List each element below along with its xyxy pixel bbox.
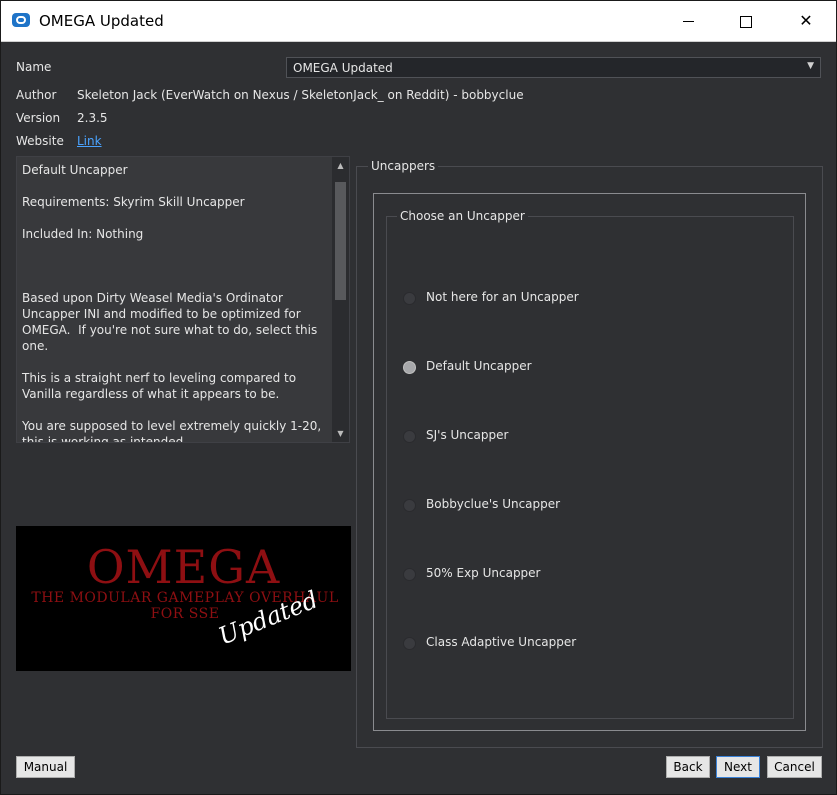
radio-circle[interactable] [403, 499, 416, 512]
description-text: Default Uncapper Requirements: Skyrim Sk… [22, 163, 322, 443]
radio-label[interactable]: Not here for an Uncapper [426, 290, 579, 304]
minimize-icon [682, 21, 694, 22]
radio-label[interactable]: 50% Exp Uncapper [426, 566, 541, 580]
installer-window: OMEGA Updated ✕ Name OMEGA Updated ▼ Aut… [0, 0, 837, 795]
app-icon [12, 13, 30, 27]
radio-label[interactable]: Default Uncapper [426, 359, 532, 373]
banner-title: OMEGA [86, 540, 281, 594]
maximize-icon [740, 15, 752, 28]
author-value: Skeleton Jack (EverWatch on Nexus / Skel… [77, 88, 524, 102]
window-title: OMEGA Updated [39, 12, 164, 30]
radio-circle-checked[interactable] [403, 361, 416, 374]
minimize-button[interactable] [659, 1, 717, 41]
radio-circle[interactable] [403, 430, 416, 443]
choose-uncapper-title: Choose an Uncapper [397, 209, 528, 223]
radio-label[interactable]: Bobbyclue's Uncapper [426, 497, 560, 511]
scroll-up-icon[interactable]: ▲ [332, 157, 349, 174]
cancel-button[interactable]: Cancel [767, 756, 822, 778]
radio-label[interactable]: SJ's Uncapper [426, 428, 508, 442]
website-link[interactable]: Link [77, 134, 102, 148]
radio-label[interactable]: Class Adaptive Uncapper [426, 635, 576, 649]
name-select-value: OMEGA Updated [293, 61, 393, 75]
close-button[interactable]: ✕ [777, 1, 835, 41]
radio-circle[interactable] [403, 568, 416, 581]
website-label: Website [16, 134, 64, 148]
mod-banner-image: OMEGA THE MODULAR GAMEPLAY OVERHAUL FOR … [16, 526, 351, 671]
radio-circle[interactable] [403, 637, 416, 650]
back-button[interactable]: Back [666, 756, 710, 778]
scroll-down-icon[interactable]: ▼ [332, 425, 349, 442]
manual-button[interactable]: Manual [16, 756, 75, 778]
title-bar: OMEGA Updated ✕ [1, 1, 836, 42]
uncappers-group-title: Uncappers [368, 159, 439, 173]
next-button[interactable]: Next [716, 756, 760, 778]
version-value: 2.3.5 [77, 111, 108, 125]
close-icon: ✕ [799, 11, 813, 30]
name-label: Name [16, 60, 52, 74]
description-panel[interactable]: Default Uncapper Requirements: Skyrim Sk… [16, 156, 350, 443]
version-label: Version [16, 111, 61, 125]
description-scrollbar[interactable]: ▲ ▼ [332, 157, 349, 442]
author-label: Author [16, 88, 57, 102]
scrollbar-thumb[interactable] [335, 182, 346, 300]
radio-circle[interactable] [403, 292, 416, 305]
chevron-down-icon: ▼ [807, 61, 814, 71]
name-select[interactable]: OMEGA Updated ▼ [286, 57, 821, 78]
maximize-button[interactable] [717, 1, 775, 41]
